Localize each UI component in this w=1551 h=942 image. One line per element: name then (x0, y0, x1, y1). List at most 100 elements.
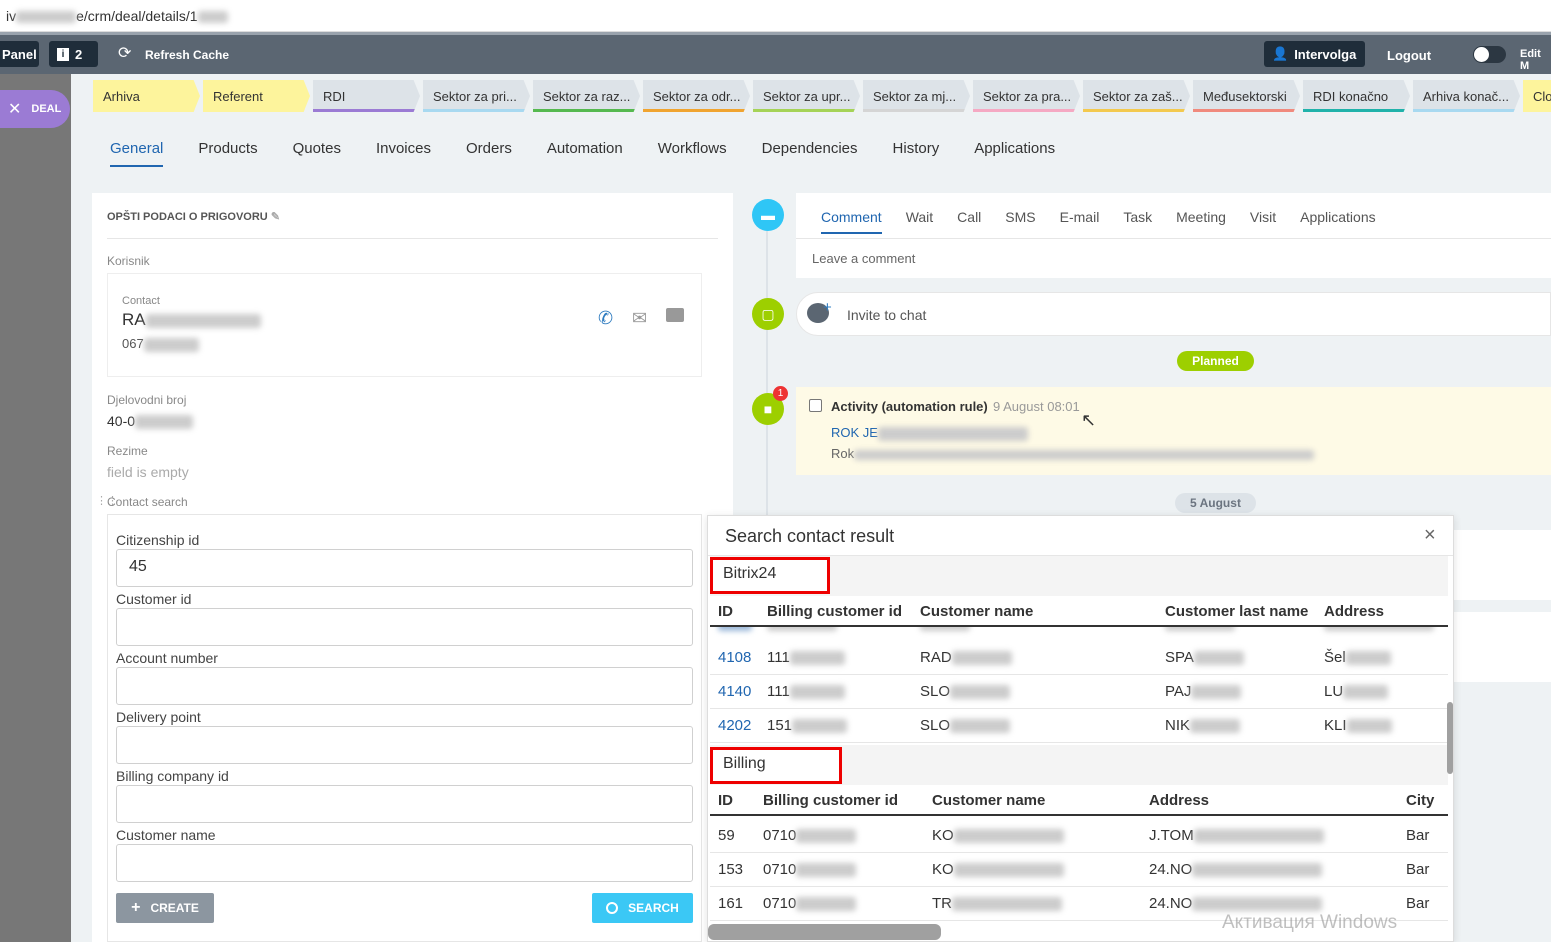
tab-history[interactable]: History (893, 140, 940, 167)
url-blur (16, 11, 77, 24)
stage-1[interactable]: Referent (203, 80, 310, 112)
column-header[interactable]: Billing customer id (763, 792, 898, 809)
editor-tab-meeting[interactable]: Meeting (1176, 209, 1226, 234)
column-header[interactable]: ID (718, 603, 733, 620)
billing-group-label: Billing (710, 747, 842, 784)
customer-name-input[interactable] (116, 844, 693, 882)
billing-company-id-input[interactable] (116, 785, 693, 823)
deal-close-button[interactable]: ✕ DEAL (0, 90, 70, 128)
korisnik-label: Korisnik (107, 254, 150, 268)
table-cell: 111 (767, 683, 845, 700)
id-link[interactable]: 4140 (718, 683, 751, 700)
tab-applications[interactable]: Applications (974, 140, 1055, 167)
tab-invoices[interactable]: Invoices (376, 140, 431, 167)
editor-tab-comment[interactable]: Comment (821, 209, 882, 234)
edit-toggle[interactable] (1473, 46, 1506, 63)
stage-11[interactable]: RDI konačno (1303, 80, 1410, 112)
field-label: Customer name (116, 827, 216, 843)
stage-13[interactable]: Clo (1523, 80, 1551, 112)
create-button[interactable]: + CREATE (116, 893, 214, 923)
delivery-point-input[interactable] (116, 726, 693, 764)
phone-icon[interactable]: ✆ (598, 308, 613, 329)
table-row[interactable]: 59 0710 KO J.TOM Bar (710, 819, 1448, 853)
invite-chat-row[interactable]: + Invite to chat (796, 292, 1551, 336)
table-row[interactable]: 153 0710 KO 24.NO Bar (710, 853, 1448, 887)
column-header[interactable]: Customer name (932, 792, 1045, 809)
mouse-cursor-icon: ↖ (1081, 410, 1097, 430)
table-row[interactable]: 4202 151 SLO NIK KLI (710, 709, 1448, 743)
close-icon[interactable]: × (1424, 524, 1436, 547)
field-label: Customer id (116, 591, 192, 607)
divider (107, 238, 718, 239)
address-bar[interactable]: iv e/crm/deal/details/1 (0, 0, 1551, 32)
activity-checkbox[interactable] (809, 399, 822, 412)
account-number-input[interactable] (116, 667, 693, 705)
stage-10[interactable]: Međusektorski (1193, 80, 1300, 112)
editor-tab-sms[interactable]: SMS (1005, 209, 1035, 234)
table-cell: Bar (1406, 861, 1430, 878)
tab-orders[interactable]: Orders (466, 140, 512, 167)
contact-name[interactable]: RA (122, 310, 261, 330)
horizontal-scrollbar[interactable] (708, 924, 941, 940)
stage-4[interactable]: Sektor za raz... (533, 80, 640, 112)
stage-12[interactable]: Arhiva konač... (1413, 80, 1520, 112)
id-link[interactable]: 4108 (718, 649, 751, 666)
table-cell: SLO (920, 717, 1011, 734)
tab-workflows[interactable]: Workflows (658, 140, 727, 167)
search-button[interactable]: SEARCH (592, 893, 693, 923)
stage-3[interactable]: Sektor za pri... (423, 80, 530, 112)
vertical-scrollbar[interactable] (1447, 702, 1453, 774)
logout-button[interactable]: Logout (1387, 48, 1431, 63)
contact-card: Contact RA 067 ✆ ✉ (107, 273, 702, 377)
tab-quotes[interactable]: Quotes (293, 140, 341, 167)
stage-8[interactable]: Sektor za pra... (973, 80, 1080, 112)
table-cell: NIK (1165, 717, 1241, 734)
table-row[interactable]: 4108 111 RAD SPA Šel (710, 641, 1448, 675)
notifications-button[interactable]: i 2 (49, 41, 98, 67)
tab-dependencies[interactable]: Dependencies (762, 140, 858, 167)
id-link[interactable]: 4202 (718, 717, 751, 734)
editor-tab-task[interactable]: Task (1123, 209, 1152, 234)
editor-tab-call[interactable]: Call (957, 209, 981, 234)
column-header[interactable]: Address (1149, 792, 1209, 809)
tab-products[interactable]: Products (198, 140, 257, 167)
editor-tab-visit[interactable]: Visit (1250, 209, 1276, 234)
customer-id-input[interactable] (116, 608, 693, 646)
table-row[interactable]: 4140 111 SLO PAJ LU (710, 675, 1448, 709)
pencil-icon[interactable]: ✎ (271, 211, 280, 223)
activity-desc: Rok (831, 446, 1315, 461)
editor-tab-email[interactable]: E-mail (1060, 209, 1100, 234)
column-header[interactable]: ID (718, 792, 733, 809)
planned-pill: Planned (1177, 351, 1254, 371)
table-cell: 151 (767, 717, 848, 734)
activity-card: Activity (automation rule) 9 August 08:0… (796, 387, 1551, 475)
table-cell: KO (932, 861, 1064, 878)
stage-9[interactable]: Sektor za zaš... (1083, 80, 1190, 112)
stage-2[interactable]: RDI (313, 80, 420, 112)
panel-button[interactable]: Panel (0, 41, 39, 67)
chat-icon[interactable] (666, 308, 684, 322)
citizenship-id-input[interactable]: 45 (116, 549, 693, 587)
stage-6[interactable]: Sektor za upr... (753, 80, 860, 112)
stage-0[interactable]: Arhiva (93, 80, 200, 112)
table-cell: SLO (920, 683, 1011, 700)
column-header[interactable]: Customer last name (1165, 603, 1308, 620)
tab-general[interactable]: General (110, 140, 164, 167)
column-header[interactable]: City (1406, 792, 1434, 809)
table-cell: 24.NO (1149, 861, 1323, 878)
tab-automation[interactable]: Automation (547, 140, 623, 167)
stage-5[interactable]: Sektor za odr... (643, 80, 750, 112)
editor-tab-applications[interactable]: Applications (1300, 209, 1376, 234)
stage-7[interactable]: Sektor za mj... (863, 80, 970, 112)
column-header[interactable]: Billing customer id (767, 603, 902, 620)
column-header[interactable]: Customer name (920, 603, 1033, 620)
activity-link[interactable]: ROK JE (831, 425, 1028, 441)
field-label: Account number (116, 650, 218, 666)
column-header[interactable]: Address (1324, 603, 1384, 620)
user-button[interactable]: 👤 Intervolga (1264, 41, 1365, 67)
comment-input[interactable]: Leave a comment (812, 251, 915, 266)
editor-tab-wait[interactable]: Wait (906, 209, 933, 234)
mail-icon[interactable]: ✉ (632, 308, 647, 329)
refresh-cache-button[interactable]: Refresh Cache (145, 48, 229, 62)
billing-table-header: ID Billing customer id Customer name Addres… (710, 786, 1448, 816)
